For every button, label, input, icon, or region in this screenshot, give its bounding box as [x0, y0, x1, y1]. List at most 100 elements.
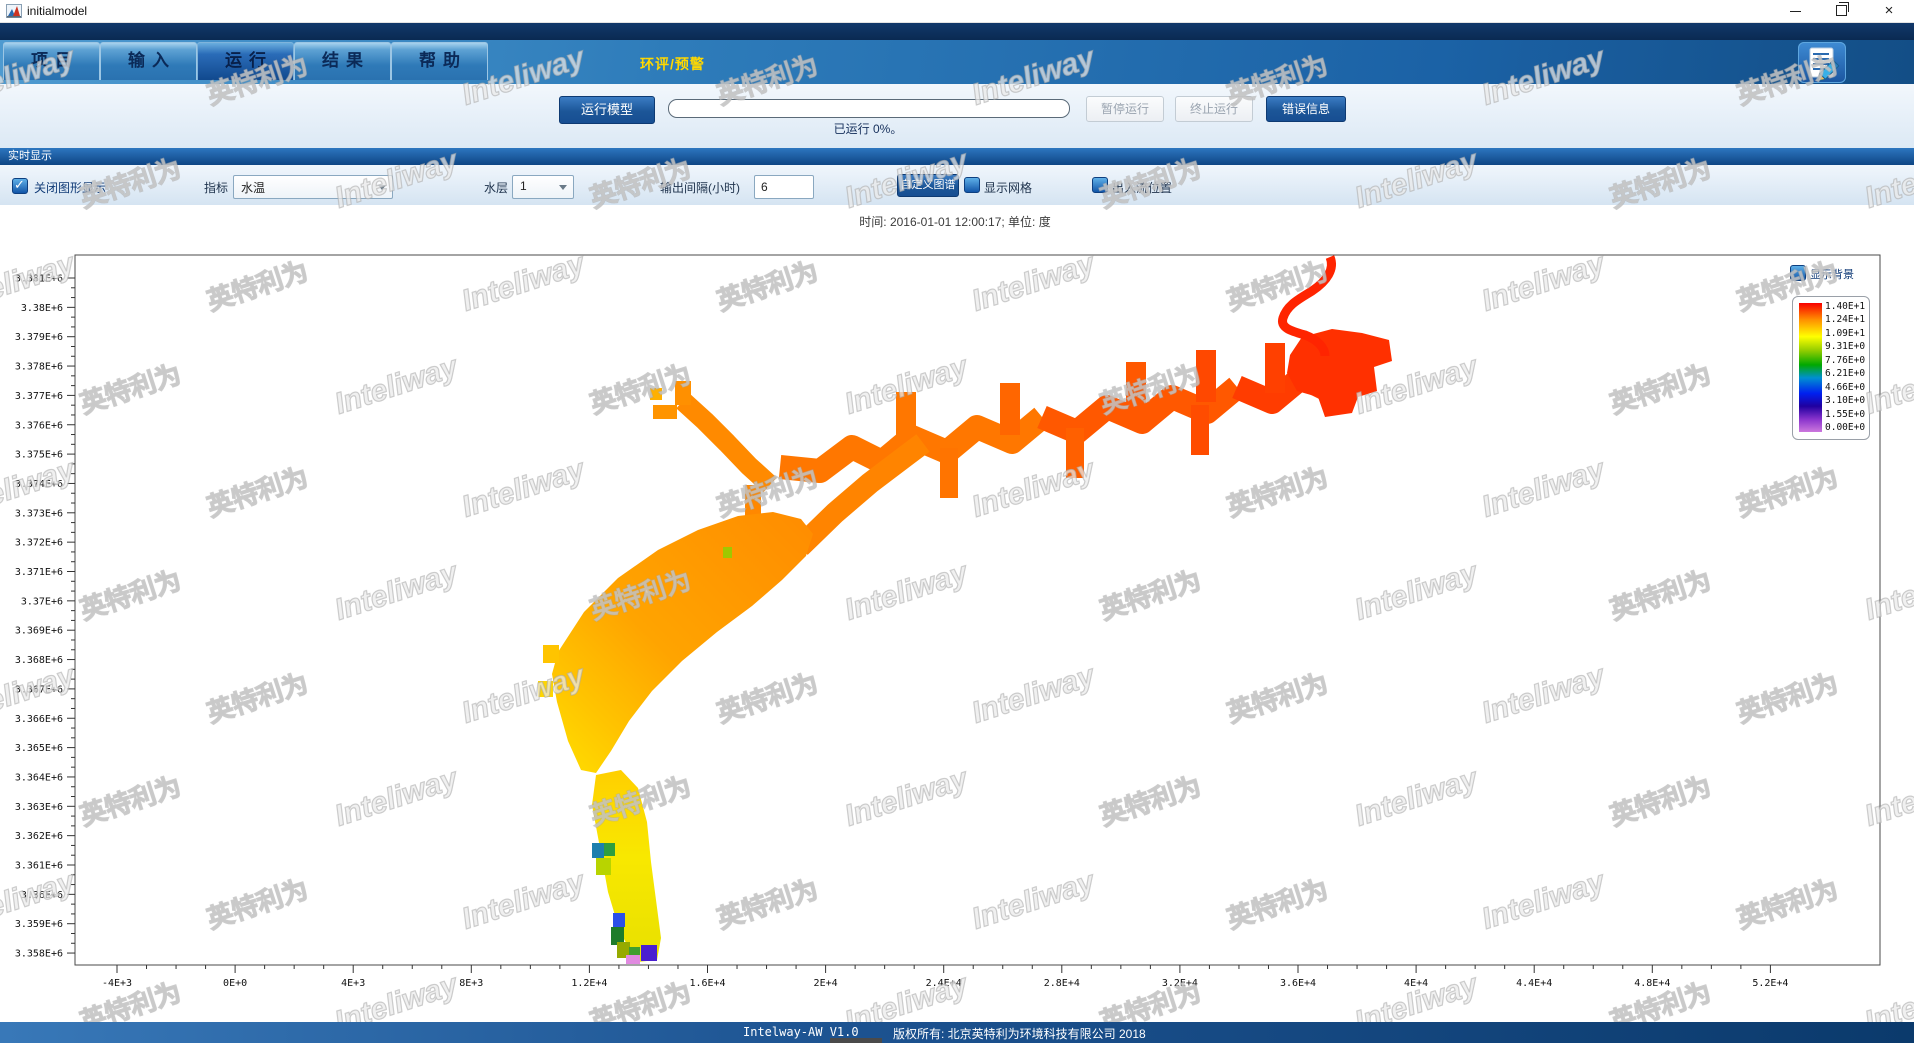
y-tick-label: 3.364E+6 [15, 772, 63, 783]
plot-border [75, 255, 1880, 965]
tab-help[interactable]: 帮助 [391, 42, 488, 80]
legend-value: 1.40E+1 [1825, 302, 1867, 312]
layer-label: 水层 [484, 179, 508, 196]
x-tick-label: 1.6E+4 [689, 978, 725, 989]
y-tick-label: 3.368E+6 [15, 655, 63, 666]
realtime-controls: 关闭图形显示 指标 水温 水层 1 输出间隔(小时) 自定义图谱 显示网格 出入… [0, 165, 1914, 205]
progress-status-text: 已运行 0%。 [668, 120, 1068, 137]
map-region-lake-west-tab-2 [538, 681, 553, 697]
output-interval-label: 输出间隔(小时) [660, 179, 740, 196]
restore-button[interactable] [1824, 0, 1858, 22]
map-region-stub-7 [1196, 350, 1216, 402]
minimize-button[interactable] [1778, 0, 1812, 22]
map-region-stub-4 [1066, 428, 1084, 478]
legend-value: 9.31E+0 [1825, 342, 1867, 352]
copyright-text: 版权所有: 北京英特利为环境科技有限公司 2018 [893, 1025, 1146, 1042]
y-tick-label: 3.372E+6 [15, 538, 63, 549]
x-tick-label: 2.8E+4 [1044, 978, 1080, 989]
color-scale-legend: 1.40E+11.24E+11.09E+19.31E+07.76E+06.21E… [1792, 296, 1870, 440]
layer-select[interactable]: 1 [512, 175, 574, 199]
map-region-antler-prong-2 [653, 405, 677, 419]
app-icon [6, 3, 22, 19]
color-scale-values: 1.40E+11.24E+11.09E+19.31E+07.76E+06.21E… [1825, 302, 1867, 433]
error-info-button[interactable]: 错误信息 [1266, 96, 1346, 122]
realtime-header-label: 实时显示 [8, 150, 52, 162]
map-canvas: 时间: 2016-01-01 12:00:17; 单位: 度 -4E+30E+0… [0, 205, 1914, 1022]
model-domain-plot: -4E+30E+04E+38E+31.2E+41.6E+42E+42.4E+42… [0, 205, 1914, 1022]
tab-input[interactable]: 输入 [100, 42, 197, 80]
window-title: initialmodel [27, 4, 87, 18]
map-region-stub-8 [1265, 343, 1285, 393]
realtime-section-header: 实时显示 [0, 148, 1914, 165]
edit-document-icon[interactable] [1798, 42, 1846, 83]
legend-value: 1.55E+0 [1825, 410, 1867, 420]
y-tick-label: 3.361E+6 [15, 861, 63, 872]
tab-run[interactable]: 运行 [197, 42, 294, 80]
legend-value: 0.00E+0 [1825, 423, 1867, 433]
indicator-select[interactable]: 水温 [233, 175, 393, 199]
flow-positions-label: 出入流位置 [1112, 179, 1172, 196]
map-region-cell-yellowgreen [596, 858, 611, 875]
y-tick-label: 3.379E+6 [15, 332, 63, 343]
show-background-label: 显示背景 [1810, 266, 1854, 282]
app-window: initialmodel × 项目 输入 运行 结果 帮助 环评/预警 [0, 0, 1914, 1043]
legend-value: 3.10E+0 [1825, 396, 1867, 406]
y-tick-label: 3.38E+6 [21, 303, 63, 314]
y-tick-label: 3.365E+6 [15, 743, 63, 754]
x-tick-label: 4.4E+4 [1516, 978, 1552, 989]
stop-run-button[interactable]: 终止运行 [1175, 96, 1253, 122]
indicator-label: 指标 [204, 179, 228, 196]
map-region-lake-east-dot [723, 547, 732, 558]
legend-value: 1.24E+1 [1825, 315, 1867, 325]
y-tick-label: 3.377E+6 [15, 391, 63, 402]
pause-run-button[interactable]: 暂停运行 [1086, 96, 1164, 122]
x-tick-label: 4.8E+4 [1634, 978, 1670, 989]
map-region-cell-orchid [626, 955, 640, 964]
show-grid-checkbox[interactable] [964, 177, 980, 193]
close-graphics-label: 关闭图形显示 [34, 179, 106, 196]
title-bar: initialmodel × [0, 0, 1914, 23]
map-region-stub-6 [1191, 405, 1209, 455]
layer-value: 1 [520, 179, 527, 193]
x-tick-label: 5.2E+4 [1752, 978, 1788, 989]
map-region-antler-dot [650, 388, 662, 400]
legend-value: 7.76E+0 [1825, 356, 1867, 366]
map-region-antler-prong-1 [675, 381, 691, 405]
map-region-stub-3 [1000, 383, 1020, 435]
menu-ribbon: 项目 输入 运行 结果 帮助 环评/预警 [0, 40, 1914, 84]
x-tick-label: 0E+0 [223, 978, 247, 989]
x-tick-label: 2E+4 [814, 978, 838, 989]
y-tick-label: 3.36E+6 [21, 890, 63, 901]
y-tick-label: 3.381E+6 [15, 274, 63, 285]
y-tick-label: 3.359E+6 [15, 919, 63, 930]
map-region-cell-teal [592, 843, 604, 858]
map-region-stub-2 [940, 448, 958, 498]
y-tick-label: 3.37E+6 [21, 596, 63, 607]
legend-value: 4.66E+0 [1825, 383, 1867, 393]
x-tick-label: 4E+4 [1404, 978, 1428, 989]
taskbar-notch [830, 1038, 882, 1043]
close-graphics-checkbox[interactable] [12, 178, 28, 194]
y-tick-label: 3.362E+6 [15, 831, 63, 842]
x-tick-label: -4E+3 [102, 978, 132, 989]
run-toolbar: 运行模型 已运行 0%。 暂停运行 终止运行 错误信息 [0, 84, 1914, 148]
map-region-lake-west-tab-1 [543, 645, 559, 663]
output-interval-input[interactable] [754, 175, 814, 199]
y-tick-label: 3.375E+6 [15, 450, 63, 461]
x-tick-label: 2.4E+4 [926, 978, 962, 989]
tab-project[interactable]: 项目 [3, 42, 100, 80]
show-background-checkbox[interactable] [1790, 265, 1806, 281]
custom-spectrum-button[interactable]: 自定义图谱 [897, 174, 959, 197]
x-tick-label: 3.6E+4 [1280, 978, 1316, 989]
y-tick-label: 3.378E+6 [15, 362, 63, 373]
chevron-down-icon [378, 185, 386, 190]
module-label-eia-warning: 环评/预警 [640, 54, 705, 74]
map-region-cell-green [604, 843, 615, 856]
tab-results[interactable]: 结果 [294, 42, 391, 80]
close-button[interactable]: × [1872, 0, 1906, 22]
flow-positions-checkbox[interactable] [1092, 177, 1108, 193]
indicator-value: 水温 [241, 179, 265, 196]
x-tick-label: 8E+3 [459, 978, 483, 989]
y-tick-label: 3.367E+6 [15, 684, 63, 695]
run-model-button[interactable]: 运行模型 [559, 96, 655, 124]
